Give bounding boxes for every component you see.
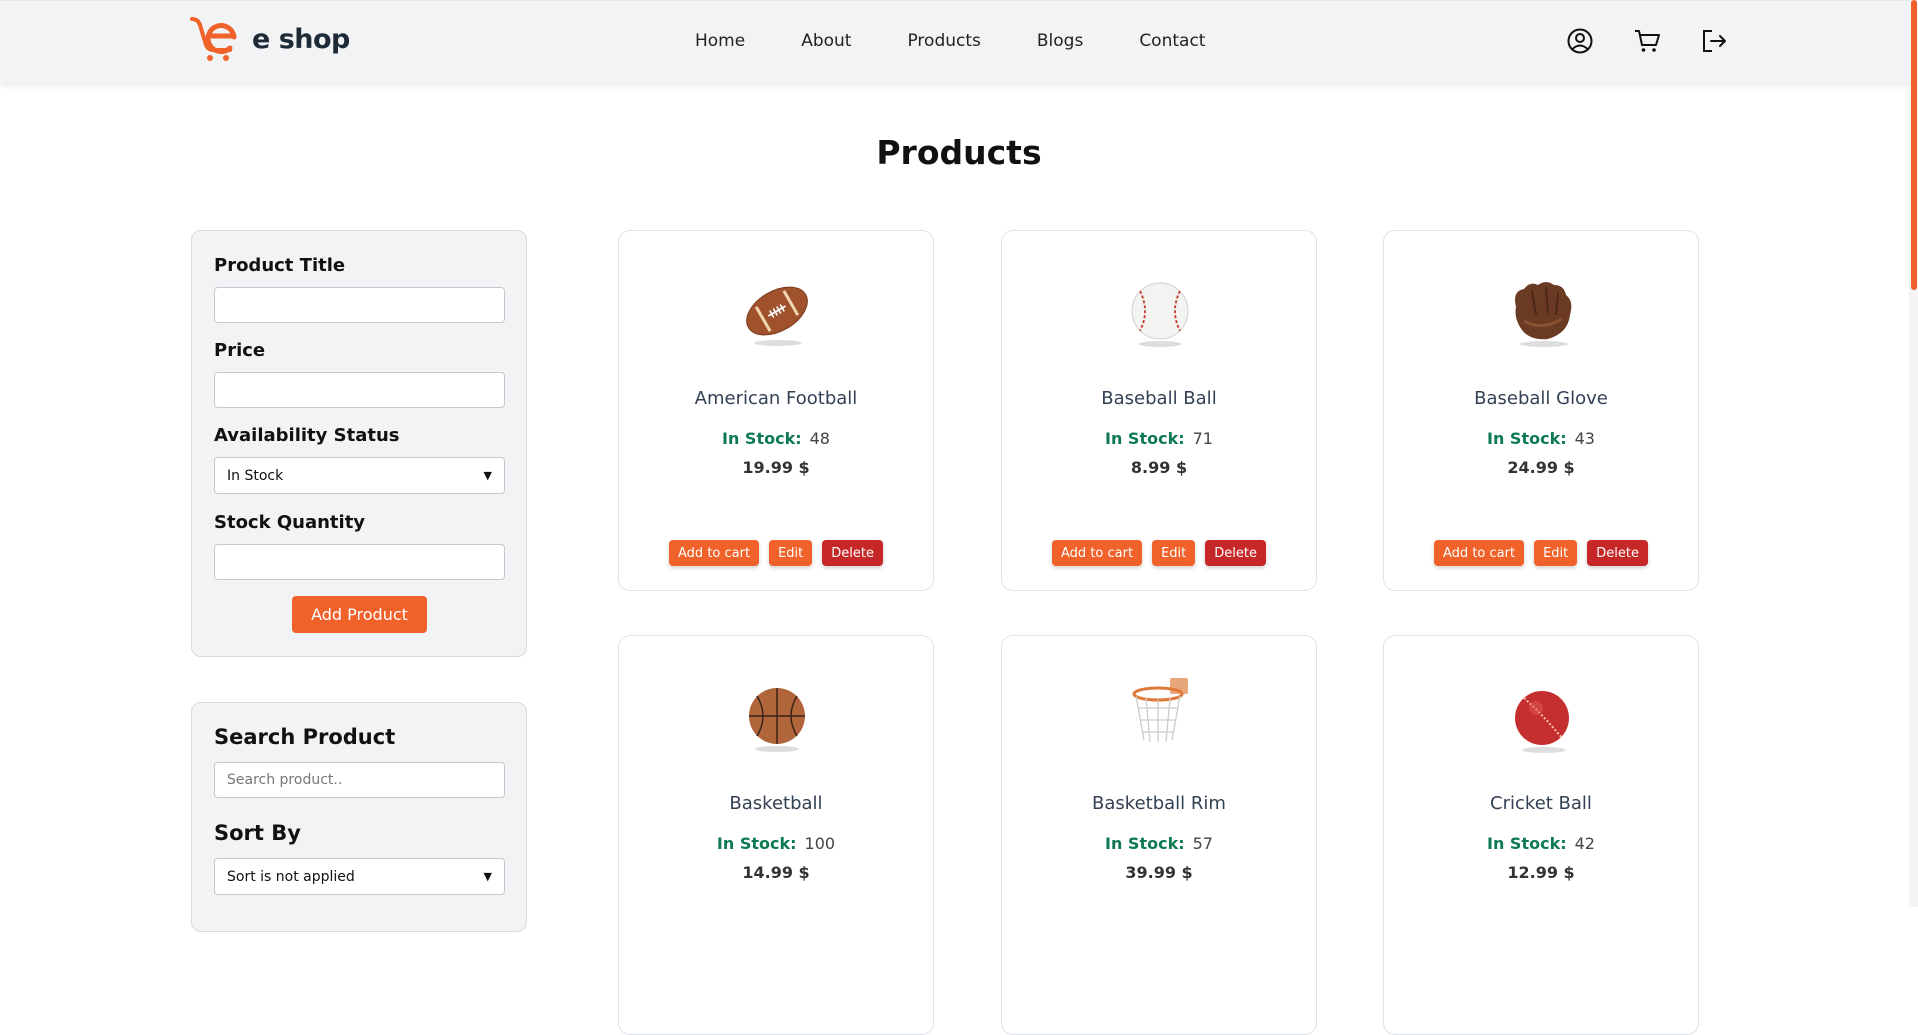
cricket-ball-image [1502,676,1582,756]
chevron-down-icon: ▼ [483,469,492,482]
product-price: 14.99 $ [742,863,810,882]
brand-logo[interactable]: e shop [190,15,350,63]
stock-value: 43 [1574,429,1595,448]
page-scrollbar-thumb[interactable] [1911,0,1917,290]
product-name: Baseball Ball [1101,388,1217,409]
availability-status-label: Availability Status [214,425,400,446]
delete-button[interactable]: Delete [1205,540,1266,566]
stock-value: 57 [1192,834,1213,853]
add-product-button[interactable]: Add Product [292,596,427,633]
product-card: Baseball Ball In Stock: 71 8.99 $ Add to … [1001,230,1317,591]
product-card: Basketball In Stock: 100 14.99 $ [618,635,934,1035]
stock-label: In Stock: [1105,429,1185,448]
edit-button[interactable]: Edit [769,540,813,566]
nav-home[interactable]: Home [695,31,745,51]
stock-label: In Stock: [1105,834,1185,853]
product-price: 24.99 $ [1507,458,1575,477]
basketball-image [737,676,817,756]
stock-value: 100 [804,834,836,853]
brand-name: e shop [252,23,350,55]
nav-actions [1566,27,1767,55]
edit-button[interactable]: Edit [1152,540,1196,566]
stock-quantity-input[interactable] [214,544,505,580]
stock-label: In Stock: [1487,834,1567,853]
baseball-ball-image [1120,271,1200,351]
product-stock: In Stock: 57 [1002,834,1316,853]
availability-status-value: In Stock [227,467,284,484]
product-stock: In Stock: 71 [1002,429,1316,448]
stock-label: In Stock: [1487,429,1567,448]
stock-label: In Stock: [716,834,797,853]
american-football-image [737,271,817,351]
add-to-cart-button[interactable]: Add to cart [669,540,760,566]
product-price: 39.99 $ [1125,863,1193,882]
product-price: 19.99 $ [742,458,810,477]
nav-blogs[interactable]: Blogs [1037,31,1083,51]
stock-value: 48 [809,429,830,448]
page-title: Products [876,133,1042,172]
cart-icon[interactable] [1633,27,1661,55]
product-price: 8.99 $ [1130,458,1188,477]
product-stock: In Stock: 48 [619,429,933,448]
nav-about[interactable]: About [801,31,851,51]
product-price: 12.99 $ [1507,863,1575,882]
card-actions: Add to cart Edit Delete [1002,540,1316,566]
card-actions: Add to cart Edit Delete [1384,540,1698,566]
card-actions: Add to cart Edit Delete [619,540,933,566]
product-card: American Football In Stock: 48 19.99 $ Ad… [618,230,934,591]
product-card: Cricket Ball In Stock: 42 12.99 $ [1383,635,1699,1035]
product-name: Basketball [729,793,823,814]
logout-icon[interactable] [1700,27,1728,55]
baseball-glove-image [1502,271,1582,351]
user-circle-icon[interactable] [1566,27,1594,55]
stock-label: In Stock: [722,429,802,448]
top-navbar: e shop Home About Products Blogs Contact [0,0,1918,83]
product-title-label: Product Title [214,255,346,276]
product-name: American Football [694,388,858,409]
add-to-cart-button[interactable]: Add to cart [1052,540,1143,566]
add-to-cart-button[interactable]: Add to cart [1434,540,1525,566]
product-stock: In Stock: 100 [619,834,933,853]
product-stock: In Stock: 43 [1384,429,1698,448]
main-nav: Home About Products Blogs Contact [695,31,1261,51]
product-card: Basketball Rim In Stock: 57 39.99 $ [1001,635,1317,1035]
product-name: Baseball Glove [1474,388,1608,409]
price-input[interactable] [214,372,505,408]
sort-by-value: Sort is not applied [227,868,355,885]
nav-products[interactable]: Products [907,31,980,51]
eshop-logo-icon [190,17,237,61]
edit-button[interactable]: Edit [1534,540,1578,566]
stock-quantity-label: Stock Quantity [214,512,366,533]
search-input[interactable] [214,762,505,798]
delete-button[interactable]: Delete [822,540,883,566]
nav-contact[interactable]: Contact [1139,31,1205,51]
product-title-input[interactable] [214,287,505,323]
delete-button[interactable]: Delete [1587,540,1648,566]
basketball-rim-image [1120,676,1200,756]
sort-by-label: Sort By [214,821,301,845]
search-product-label: Search Product [214,725,396,749]
stock-value: 71 [1192,429,1213,448]
sort-by-select[interactable]: Sort is not applied ▼ [214,858,505,895]
product-stock: In Stock: 42 [1384,834,1698,853]
search-sort-panel: Search Product Sort By Sort is not appli… [191,702,527,932]
stock-value: 42 [1574,834,1595,853]
add-product-panel: Product Title Price Availability Status … [191,230,527,657]
availability-status-select[interactable]: In Stock ▼ [214,457,505,494]
chevron-down-icon: ▼ [483,870,492,883]
product-card: Baseball Glove In Stock: 43 24.99 $ Add t… [1383,230,1699,591]
price-label: Price [214,340,266,361]
product-name: Basketball Rim [1092,793,1226,814]
product-name: Cricket Ball [1490,793,1592,814]
